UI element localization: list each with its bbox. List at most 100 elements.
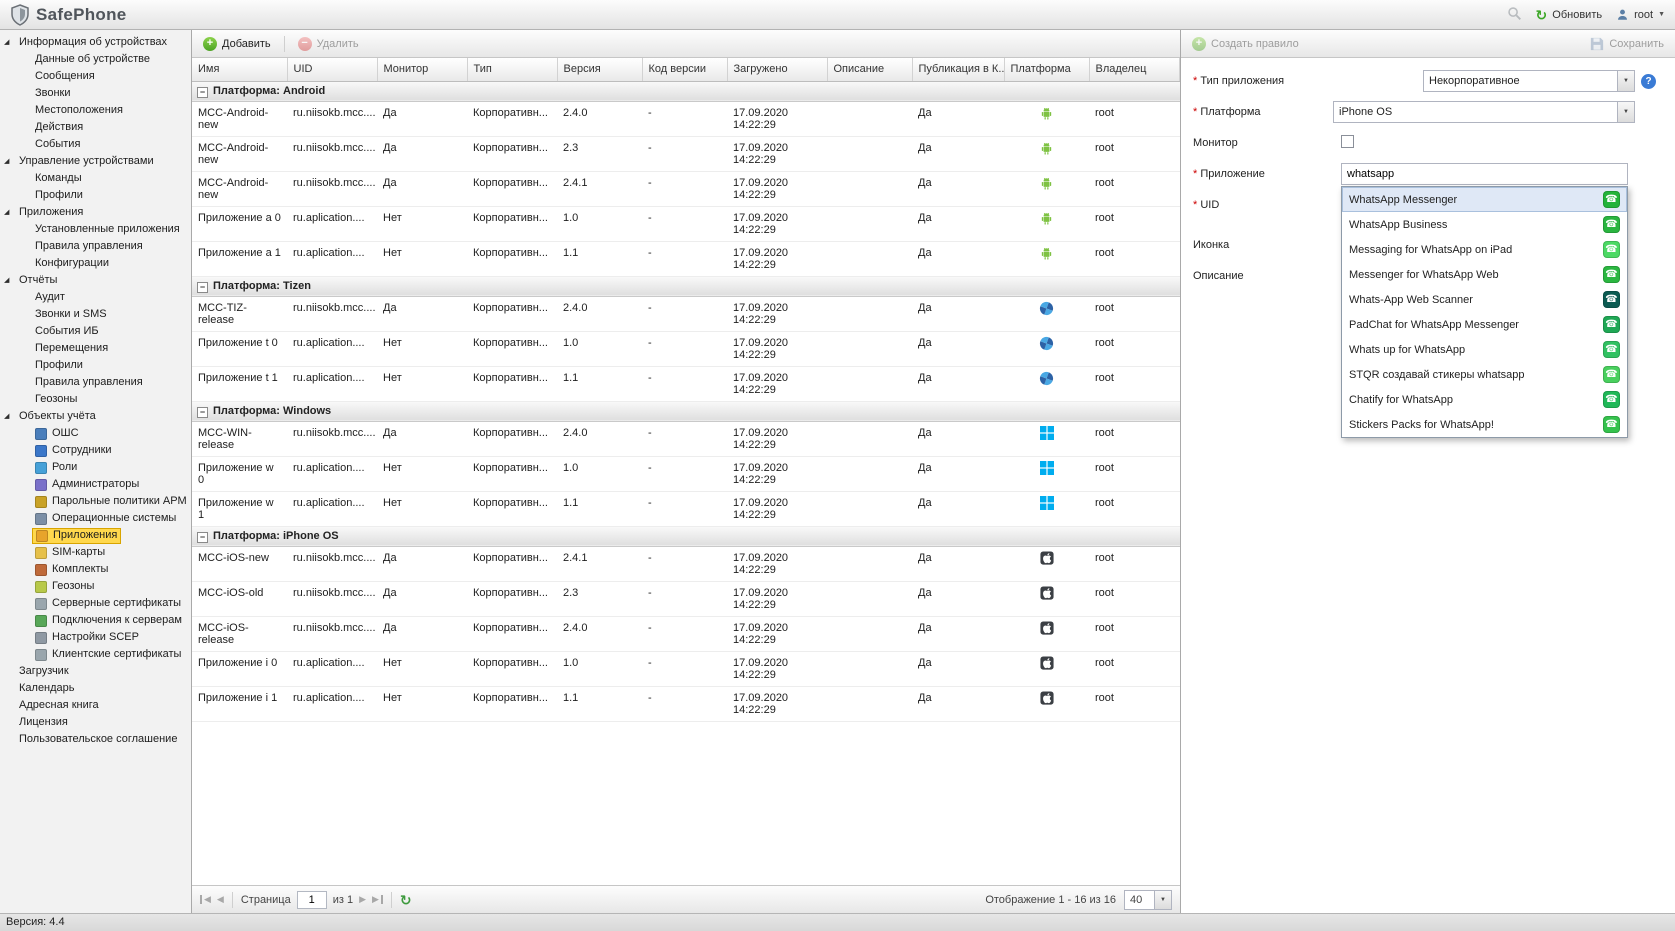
sidebar-item-календарь[interactable]: Календарь — [0, 680, 191, 697]
column-header[interactable]: Монитор — [377, 58, 468, 82]
suggestion-item[interactable]: Messaging for WhatsApp on iPad ☎ — [1342, 237, 1627, 262]
sidebar-item-пользовательское-соглашение[interactable]: Пользовательское соглашение — [0, 731, 191, 748]
sidebar-item-данные-об-устройстве[interactable]: Данные об устройстве — [0, 51, 191, 68]
suggestion-item[interactable]: WhatsApp Business ☎ — [1342, 212, 1627, 237]
column-header[interactable]: Платформа — [1004, 58, 1090, 82]
sidebar-item-правила-управления[interactable]: Правила управления — [0, 238, 191, 255]
create-rule-button[interactable]: + Создать правило — [1187, 35, 1304, 53]
sidebar-item-администраторы[interactable]: Администраторы — [0, 476, 191, 493]
table-row[interactable]: MCC-iOS-old ru.niisokb.mcc.... Да Корпорати… — [192, 581, 1180, 617]
platform-select[interactable]: iPhone OS ▼ — [1333, 101, 1635, 123]
last-page-button[interactable]: ▶ — [372, 895, 383, 904]
column-header[interactable]: UID — [287, 58, 378, 82]
column-header[interactable]: Загружено — [727, 58, 828, 82]
sidebar-item-профили[interactable]: Профили — [0, 187, 191, 204]
sidebar-item-перемещения[interactable]: Перемещения — [0, 340, 191, 357]
sidebar-item-серверные-сертификаты[interactable]: Серверные сертификаты — [0, 595, 191, 612]
sidebar-item-клиентские-сертификаты[interactable]: Клиентские сертификаты — [0, 646, 191, 663]
sidebar-item-ошс[interactable]: ОШС — [0, 425, 191, 442]
refresh-button[interactable]: ↻ Обновить — [1536, 8, 1603, 22]
help-icon[interactable]: ? — [1641, 73, 1656, 89]
sidebar-item-правила-управления[interactable]: Правила управления — [0, 374, 191, 391]
refresh-grid-icon[interactable]: ↻ — [400, 893, 412, 907]
sidebar-item-конфигурации[interactable]: Конфигурации — [0, 255, 191, 272]
delete-button[interactable]: − Удалить — [293, 35, 364, 53]
suggestion-item[interactable]: Chatify for WhatsApp ☎ — [1342, 387, 1627, 412]
table-row[interactable]: Приложение w 1 ru.aplication.... Нет Корпор… — [192, 491, 1180, 527]
expand-arrow-icon[interactable]: ◢ — [4, 272, 16, 289]
sidebar-item-парольные-политики-арм[interactable]: Парольные политики АРМ — [0, 493, 191, 510]
sidebar-item-события-иб[interactable]: События ИБ — [0, 323, 191, 340]
sidebar-item-сотрудники[interactable]: Сотрудники — [0, 442, 191, 459]
collapse-group-icon[interactable]: − — [197, 281, 208, 293]
expand-arrow-icon[interactable]: ◢ — [4, 34, 16, 51]
sidebar-item-загрузчик[interactable]: Загрузчик — [0, 663, 191, 680]
table-row[interactable]: Приложение t 0 ru.aplication.... Нет Корпор… — [192, 331, 1180, 367]
sidebar-item-геозоны[interactable]: Геозоны — [0, 578, 191, 595]
suggestion-item[interactable]: STQR создавай стикеры whatsapp ☎ — [1342, 362, 1627, 387]
collapse-group-icon[interactable]: − — [197, 406, 208, 418]
suggestion-item[interactable]: PadChat for WhatsApp Messenger ☎ — [1342, 312, 1627, 337]
column-header[interactable]: Имя — [192, 58, 288, 82]
table-row[interactable]: MCC-Android-new ru.niisokb.mcc.... Да Корпо… — [192, 101, 1180, 137]
suggestion-item[interactable]: Whats-App Web Scanner ☎ — [1342, 287, 1627, 312]
column-header[interactable]: Владелец — [1089, 58, 1180, 82]
suggestion-item[interactable]: Whats up for WhatsApp ☎ — [1342, 337, 1627, 362]
table-row[interactable]: Приложение i 0 ru.aplication.... Нет Корпор… — [192, 651, 1180, 687]
column-header[interactable]: Код версии — [642, 58, 728, 82]
next-page-button[interactable]: ▶ — [359, 895, 366, 904]
table-row[interactable]: MCC-iOS-release ru.niisokb.mcc.... Да Корпо… — [192, 616, 1180, 652]
table-row[interactable]: MCC-TIZ-release ru.niisokb.mcc.... Да Корпо… — [192, 296, 1180, 332]
monitor-checkbox[interactable] — [1341, 135, 1354, 148]
table-row[interactable]: Приложение w 0 ru.aplication.... Нет Корпор… — [192, 456, 1180, 492]
column-header[interactable]: Тип — [467, 58, 558, 82]
table-row[interactable]: Приложение t 1 ru.aplication.... Нет Корпор… — [192, 366, 1180, 402]
page-input[interactable] — [296, 890, 327, 909]
sidebar-item-операционные-системы[interactable]: Операционные системы — [0, 510, 191, 527]
group-row[interactable]: − Платформа: Tizen — [192, 275, 1180, 297]
search-icon[interactable] — [1507, 6, 1522, 24]
sidebar-item-приложения[interactable]: Приложения — [0, 527, 191, 544]
sidebar-item-sim-карты[interactable]: SIM-карты — [0, 544, 191, 561]
group-row[interactable]: − Платформа: iPhone OS — [192, 525, 1180, 547]
sidebar-item-местоположения[interactable]: Местоположения — [0, 102, 191, 119]
expand-arrow-icon[interactable]: ◢ — [4, 204, 16, 221]
application-input[interactable] — [1341, 163, 1628, 185]
table-row[interactable]: MCC-iOS-new ru.niisokb.mcc.... Да Корпорати… — [192, 546, 1180, 582]
grid-viewport[interactable]: Имя UID Монитор Тип Версия Код версии Загружен… — [192, 58, 1180, 885]
sidebar-item-аудит[interactable]: Аудит — [0, 289, 191, 306]
expand-arrow-icon[interactable]: ◢ — [4, 408, 16, 425]
collapse-group-icon[interactable]: − — [197, 531, 208, 543]
group-row[interactable]: − Платформа: Windows — [192, 400, 1180, 422]
sidebar-item-настройки-scep[interactable]: Настройки SCEP — [0, 629, 191, 646]
suggestion-item[interactable]: WhatsApp Messenger ☎ — [1342, 187, 1627, 212]
prev-page-button[interactable]: ◀ — [217, 895, 224, 904]
sidebar-item-установленные-приложения[interactable]: Установленные приложения — [0, 221, 191, 238]
collapse-group-icon[interactable]: − — [197, 86, 208, 98]
table-row[interactable]: MCC-Android-new ru.niisokb.mcc.... Да Корпо… — [192, 136, 1180, 172]
table-row[interactable]: Приложение a 0 ru.aplication.... Нет Корпор… — [192, 206, 1180, 242]
table-row[interactable]: MCC-Android-new ru.niisokb.mcc.... Да Корпо… — [192, 171, 1180, 207]
sidebar-item-лицензия[interactable]: Лицензия — [0, 714, 191, 731]
sidebar-item-объекты-учёта[interactable]: ◢ Объекты учёта — [0, 408, 191, 425]
column-header[interactable]: Описание — [827, 58, 913, 82]
suggestion-item[interactable]: Stickers Packs for WhatsApp! ☎ — [1342, 412, 1627, 437]
sidebar-item-роли[interactable]: Роли — [0, 459, 191, 476]
sidebar-item-управление-устройствами[interactable]: ◢ Управление устройствами — [0, 153, 191, 170]
add-button[interactable]: + Добавить — [198, 35, 276, 53]
sidebar-item-комплекты[interactable]: Комплекты — [0, 561, 191, 578]
table-row[interactable]: MCC-WIN-release ru.niisokb.mcc.... Да Корпо… — [192, 421, 1180, 457]
sidebar-item-адресная-книга[interactable]: Адресная книга — [0, 697, 191, 714]
sidebar-item-отчёты[interactable]: ◢ Отчёты — [0, 272, 191, 289]
sidebar-item-звонки-и-sms[interactable]: Звонки и SMS — [0, 306, 191, 323]
table-row[interactable]: Приложение a 1 ru.aplication.... Нет Корпор… — [192, 241, 1180, 277]
expand-arrow-icon[interactable]: ◢ — [4, 153, 16, 170]
column-header[interactable]: Публикация в К... — [912, 58, 1005, 82]
page-size-select[interactable]: 40 ▼ — [1124, 889, 1172, 910]
app-type-select[interactable]: Некорпоративное ▼ — [1423, 70, 1635, 92]
sidebar-item-действия[interactable]: Действия — [0, 119, 191, 136]
sidebar-item-приложения[interactable]: ◢ Приложения — [0, 204, 191, 221]
sidebar-item-информация-об-устройствах[interactable]: ◢ Информация об устройствах — [0, 34, 191, 51]
sidebar-item-геозоны[interactable]: Геозоны — [0, 391, 191, 408]
sidebar-item-события[interactable]: События — [0, 136, 191, 153]
